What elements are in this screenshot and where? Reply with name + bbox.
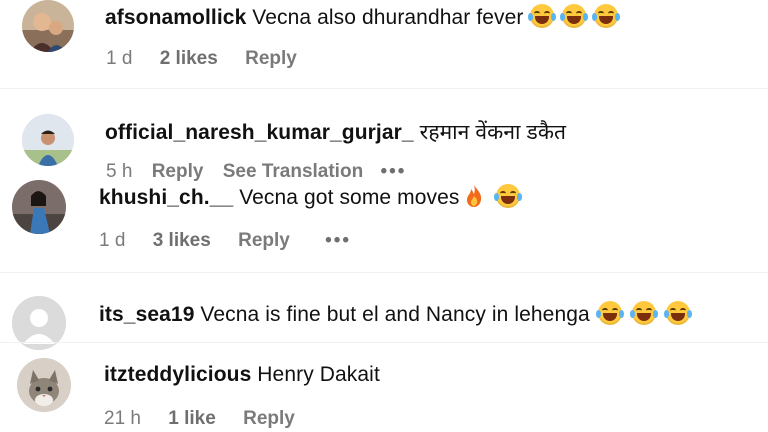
reply-button[interactable]: Reply (152, 161, 204, 181)
comment-text: Vecna got some moves (239, 186, 460, 209)
laughing-emoji (663, 301, 692, 325)
avatar-photo-icon (22, 114, 74, 166)
comment-timestamp: 21 h (104, 408, 141, 429)
comment-text: Vecna also dhurandhar fever (252, 6, 524, 29)
laughing-emoji (527, 4, 556, 28)
fire-emoji (466, 185, 481, 207)
comment-timestamp: 5 h (106, 161, 133, 181)
avatar-photo-icon (17, 358, 71, 412)
avatar-photo-icon (12, 180, 66, 234)
comment-username[interactable]: official_naresh_kumar_gurjar_ (105, 121, 414, 144)
avatar[interactable] (22, 114, 74, 166)
comment-username[interactable]: its_sea19 (99, 303, 194, 326)
divider (0, 342, 768, 343)
avatar[interactable] (22, 0, 74, 52)
comment-username[interactable]: khushi_ch.__ (99, 186, 233, 209)
avatar-photo-icon (22, 0, 74, 52)
likes-count[interactable]: 1 like (168, 408, 216, 430)
laughing-emoji (629, 301, 658, 325)
avatar[interactable] (12, 180, 66, 234)
laughing-emoji (493, 184, 522, 208)
laughing-emoji (559, 4, 588, 28)
more-options-icon[interactable]: ••• (380, 161, 406, 181)
avatar[interactable] (17, 358, 71, 412)
reply-button[interactable]: Reply (238, 230, 290, 252)
see-translation-button[interactable]: See Translation (223, 161, 363, 181)
comment-text: रहमान वेंकना डकैत (419, 121, 567, 144)
divider (0, 272, 768, 273)
reply-button[interactable]: Reply (245, 48, 297, 70)
likes-count[interactable]: 3 likes (153, 230, 211, 252)
laughing-emoji (591, 4, 620, 28)
comment-username[interactable]: itzteddylicious (104, 363, 251, 386)
comment-username[interactable]: afsonamollick (105, 6, 246, 29)
comment-text: Henry Dakait (257, 363, 380, 386)
comment-timestamp: 1 d (106, 48, 133, 69)
more-options-icon[interactable]: ••• (325, 230, 351, 252)
divider (0, 88, 768, 89)
reply-button[interactable]: Reply (243, 408, 295, 430)
comment-text: Vecna is fine but el and Nancy in leheng… (200, 303, 590, 326)
laughing-emoji (595, 301, 624, 325)
likes-count[interactable]: 2 likes (160, 48, 218, 70)
comment-timestamp: 1 d (99, 230, 126, 251)
